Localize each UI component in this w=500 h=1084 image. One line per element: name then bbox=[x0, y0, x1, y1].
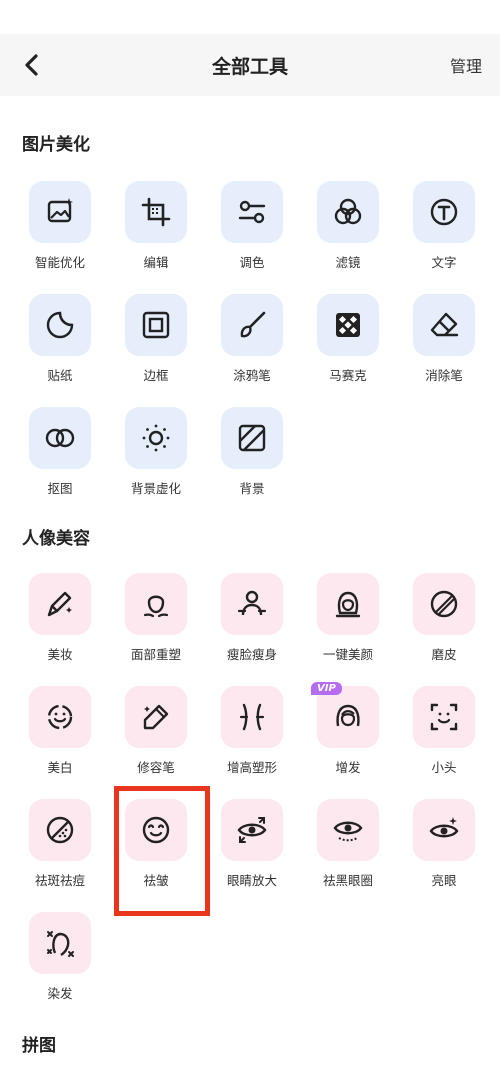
crop-icon bbox=[141, 197, 171, 227]
tool-spot-removal[interactable]: 祛斑祛痘 bbox=[12, 799, 108, 899]
dark-circle-icon bbox=[333, 821, 363, 842]
section-title-collage: 拼图 bbox=[22, 1036, 56, 1056]
face-reshape-icon bbox=[143, 595, 169, 618]
tool-eraser[interactable]: 消除笔 bbox=[396, 294, 492, 394]
smart-enhance-icon bbox=[47, 198, 73, 223]
cutout-icon bbox=[45, 428, 75, 448]
tool-dark-circle[interactable]: 祛黑眼圈 bbox=[300, 799, 396, 899]
photo-tools-grid: 智能优化 编辑 调色 滤镜 文字 贴纸 边框 涂鸦笔 马赛克 消除笔 抠图 背景… bbox=[0, 155, 500, 525]
tool-sticker[interactable]: 贴纸 bbox=[12, 294, 108, 394]
tool-edit[interactable]: 编辑 bbox=[108, 181, 204, 281]
tool-filter[interactable]: 滤镜 bbox=[300, 181, 396, 281]
portrait-tools-grid: 美妆 面部重塑 瘦脸瘦身 一键美颜 磨皮 美白 修容笔 增高塑形 VIP 增发 … bbox=[0, 549, 500, 1029]
brush-icon bbox=[240, 311, 266, 338]
manage-button[interactable]: 管理 bbox=[450, 53, 482, 77]
makeup-icon bbox=[47, 591, 72, 617]
tool-one-tap-beauty[interactable]: 一键美颜 bbox=[300, 573, 396, 673]
contour-pen-icon bbox=[143, 704, 169, 730]
background-blur-icon bbox=[142, 424, 170, 452]
vip-badge: VIP bbox=[311, 682, 342, 695]
spot-removal-icon bbox=[46, 816, 74, 844]
tool-frame[interactable]: 边框 bbox=[108, 294, 204, 394]
tool-cutout[interactable]: 抠图 bbox=[12, 407, 108, 507]
eye-enlarge-icon bbox=[237, 817, 267, 843]
background-icon bbox=[238, 424, 266, 452]
tool-adjust-color[interactable]: 调色 bbox=[204, 181, 300, 281]
adjust-sliders-icon bbox=[238, 200, 266, 224]
tool-contour-pen[interactable]: 修容笔 bbox=[108, 686, 204, 786]
text-icon bbox=[430, 198, 458, 226]
height-shape-icon bbox=[239, 703, 265, 731]
highlight-annotation bbox=[114, 786, 210, 916]
tool-hair-volume[interactable]: VIP 增发 bbox=[300, 682, 396, 786]
tool-height-shape[interactable]: 增高塑形 bbox=[204, 686, 300, 786]
whiten-icon bbox=[47, 704, 73, 730]
frame-icon bbox=[142, 311, 170, 339]
tool-text[interactable]: 文字 bbox=[396, 181, 492, 281]
page-title: 全部工具 bbox=[211, 55, 288, 78]
tool-doodle[interactable]: 涂鸦笔 bbox=[204, 294, 300, 394]
hair-dye-icon bbox=[47, 931, 74, 957]
bright-eye-icon bbox=[429, 817, 459, 838]
tool-whiten[interactable]: 美白 bbox=[12, 686, 108, 786]
tool-hair-dye[interactable]: 染发 bbox=[12, 912, 108, 1012]
tool-smart-enhance[interactable]: 智能优化 bbox=[12, 181, 108, 281]
tool-mosaic[interactable]: 马赛克 bbox=[300, 294, 396, 394]
section-title-portrait: 人像美容 bbox=[22, 529, 90, 549]
chevron-left-icon bbox=[25, 54, 38, 76]
mosaic-icon bbox=[336, 313, 360, 337]
nav-bar: 全部工具 管理 bbox=[0, 34, 500, 96]
tool-background-blur[interactable]: 背景虚化 bbox=[108, 407, 204, 507]
filter-circles-icon bbox=[334, 198, 362, 225]
section-title-photo: 图片美化 bbox=[22, 135, 90, 155]
tool-background[interactable]: 背景 bbox=[204, 407, 300, 507]
hair-volume-icon bbox=[336, 704, 360, 727]
smooth-skin-icon bbox=[430, 590, 458, 618]
tool-face-reshape[interactable]: 面部重塑 bbox=[108, 573, 204, 673]
tool-smooth-skin[interactable]: 磨皮 bbox=[396, 573, 492, 673]
status-bar-area bbox=[0, 0, 500, 34]
tool-bright-eye[interactable]: 亮眼 bbox=[396, 799, 492, 899]
one-tap-beauty-icon bbox=[335, 591, 361, 618]
tool-small-head[interactable]: 小头 bbox=[396, 686, 492, 786]
slim-body-icon bbox=[237, 590, 267, 616]
tool-eye-enlarge[interactable]: 眼睛放大 bbox=[204, 799, 300, 899]
small-head-icon bbox=[430, 703, 458, 731]
tool-slim-body[interactable]: 瘦脸瘦身 bbox=[204, 573, 300, 673]
sticker-icon bbox=[46, 311, 74, 339]
tool-makeup[interactable]: 美妆 bbox=[12, 573, 108, 673]
eraser-icon bbox=[430, 312, 459, 337]
back-button[interactable] bbox=[18, 51, 46, 79]
